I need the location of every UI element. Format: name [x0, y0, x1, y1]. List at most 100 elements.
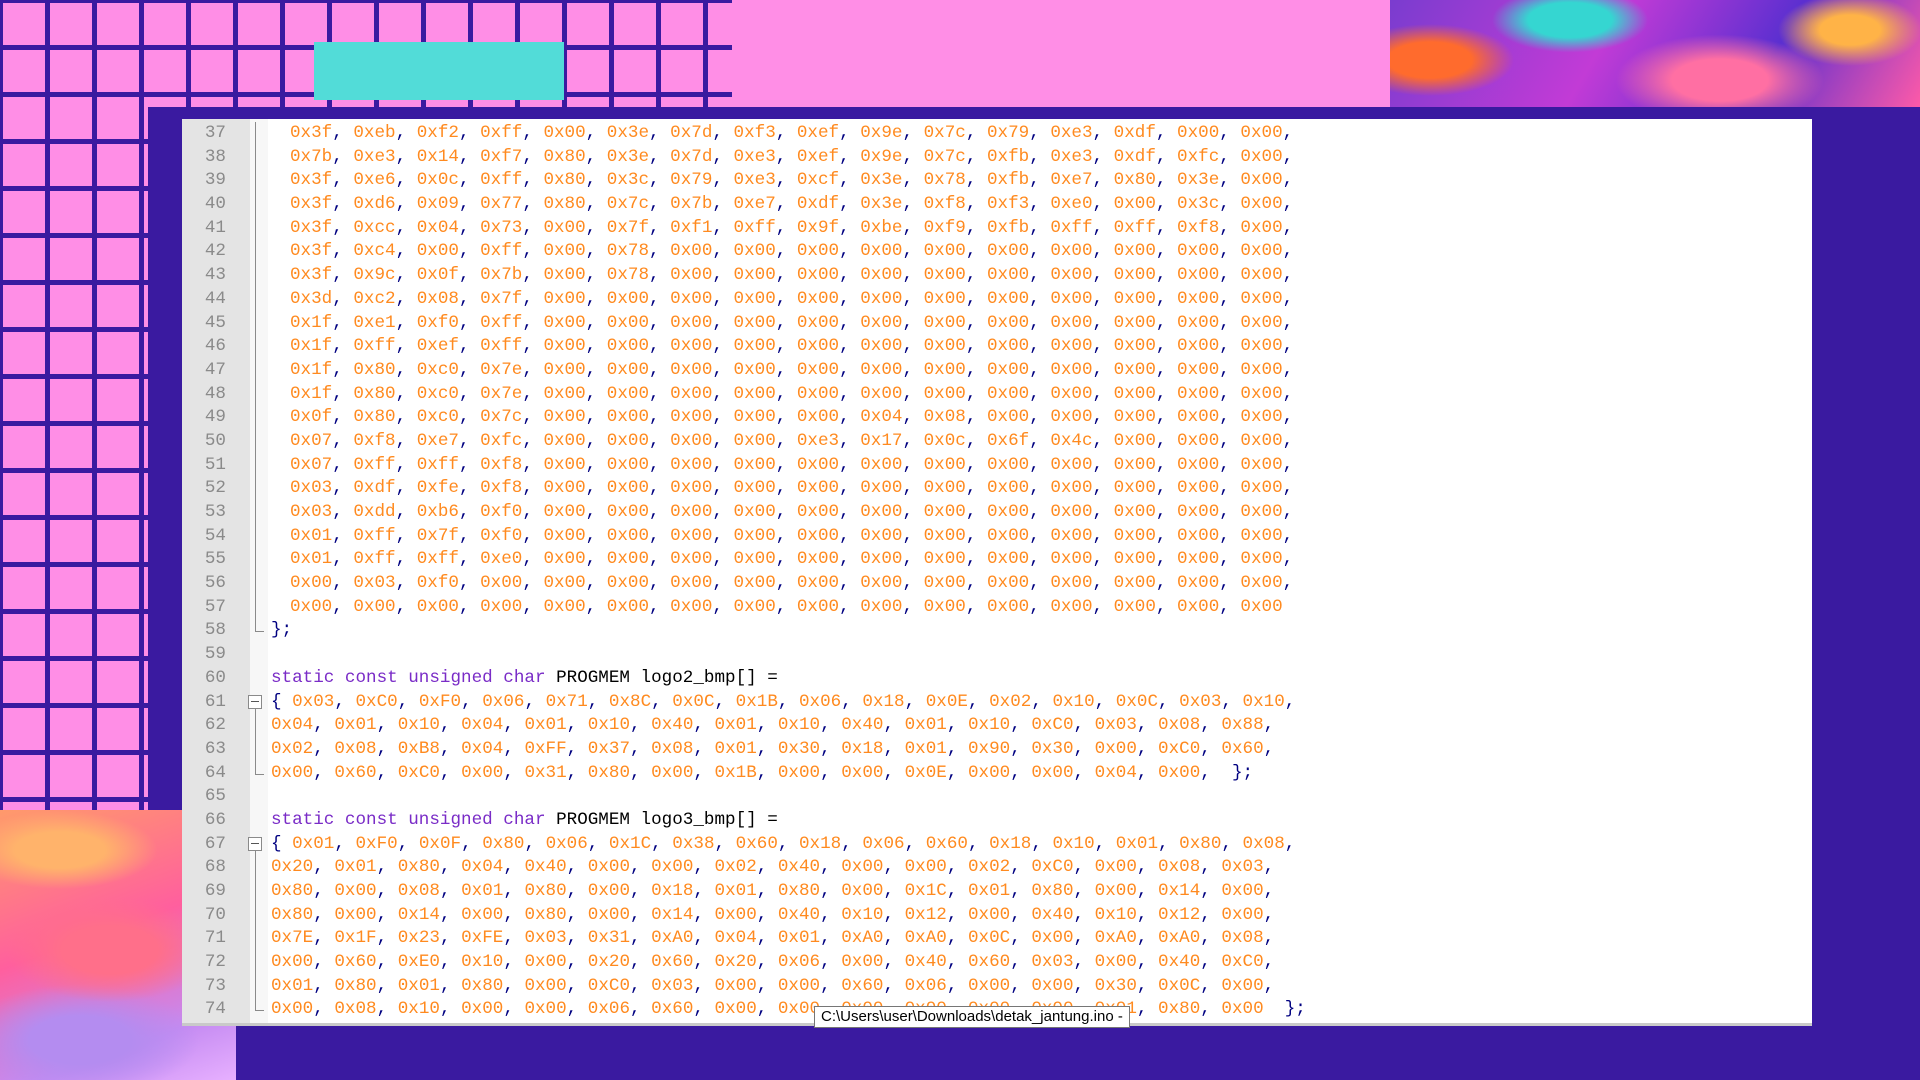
code-line[interactable]: 44 0x3d, 0xc2, 0x08, 0x7f, 0x00, 0x00, 0x…: [182, 287, 1812, 312]
token-punc: ,: [395, 407, 417, 428]
code-line[interactable]: 46 0x1f, 0xff, 0xef, 0xff, 0x00, 0x00, 0x…: [182, 335, 1812, 359]
token-punc: ,: [839, 265, 861, 286]
code-line[interactable]: 48 0x1f, 0x80, 0xc0, 0x7e, 0x00, 0x00, 0x…: [182, 382, 1812, 407]
token-punc: ,: [630, 975, 652, 996]
code-line[interactable]: 51 0x07, 0xff, 0xff, 0xf8, 0x00, 0x00, 0x…: [182, 453, 1812, 478]
code-line[interactable]: 71 0x7E, 0x1F, 0x23, 0xFE, 0x03, 0x31, 0x…: [182, 927, 1812, 952]
token-hex: 0x77: [480, 194, 523, 215]
code-line[interactable]: 49 0x0f, 0x80, 0xc0, 0x7c, 0x00, 0x00, 0x…: [182, 406, 1812, 430]
code-line[interactable]: 56 0x00, 0x03, 0xf0, 0x00, 0x00, 0x00, 0x…: [182, 572, 1812, 596]
code-line[interactable]: 70 0x80, 0x00, 0x14, 0x00, 0x80, 0x00, 0x…: [182, 903, 1812, 928]
code-line[interactable]: 40 0x3f, 0xd6, 0x09, 0x77, 0x80, 0x7c, 0x…: [182, 193, 1812, 217]
token-hex: 0xd6: [353, 194, 396, 215]
code-line[interactable]: 37 0x3f, 0xeb, 0xf2, 0xff, 0x00, 0x3e, 0x…: [182, 122, 1812, 146]
token-hex: 0x00: [543, 336, 586, 357]
code-line[interactable]: 41 0x3f, 0xcc, 0x04, 0x73, 0x00, 0x7f, 0x…: [182, 216, 1812, 241]
token-hex: 0x0C: [672, 691, 715, 712]
token-punc: ,: [775, 217, 797, 238]
token-hex: 0x00: [923, 573, 966, 594]
token-hex: 0x20: [714, 952, 757, 973]
token-hex: 0x00: [1177, 478, 1220, 499]
token-punc: ,: [503, 928, 525, 949]
token-hex: 0x02: [967, 857, 1011, 878]
token-hex: 0x00: [543, 502, 586, 522]
token-hex: 0x01: [397, 975, 440, 996]
token-punc: ,: [693, 881, 715, 901]
line-code: 0x3f, 0xeb, 0xf2, 0xff, 0x00, 0x3e, 0x7d…: [290, 122, 1293, 146]
code-editor[interactable]: 37 0x3f, 0xeb, 0xf2, 0xff, 0x00, 0x3e, 0x…: [182, 119, 1812, 1026]
code-line[interactable]: 68 0x20, 0x01, 0x80, 0x04, 0x40, 0x00, 0x…: [182, 856, 1812, 880]
token-hex: 0x00: [986, 407, 1030, 428]
token-punc: ,: [1282, 312, 1294, 333]
token-punc: ,: [630, 738, 652, 759]
code-line[interactable]: 53 0x03, 0xdd, 0xb6, 0xf0, 0x00, 0x00, 0x…: [182, 501, 1812, 525]
token-hex: 0xff: [733, 217, 776, 238]
token-punc: ,: [376, 928, 398, 949]
code-line[interactable]: 45 0x1f, 0xe1, 0xf0, 0xff, 0x00, 0x00, 0x…: [182, 311, 1812, 336]
token-hex: 0x00: [651, 762, 694, 783]
token-punc: ,: [649, 241, 671, 262]
token-punc: ,: [839, 478, 861, 499]
token-hex: 0x00: [543, 288, 586, 309]
token-hex: 0x3f: [290, 265, 333, 286]
fold-collapse-icon[interactable]: [246, 833, 266, 857]
code-line[interactable]: 73 0x01, 0x80, 0x01, 0x80, 0x00, 0xC0, 0x…: [182, 974, 1812, 999]
code-line[interactable]: 57 0x00, 0x00, 0x00, 0x00, 0x00, 0x00, 0x…: [182, 595, 1812, 620]
token-hex: 0x40: [777, 904, 821, 925]
code-line[interactable]: 63 0x02, 0x08, 0xB8, 0x04, 0xFF, 0x37, 0x…: [182, 737, 1812, 762]
code-line[interactable]: 42 0x3f, 0xc4, 0x00, 0xff, 0x00, 0x78, 0x…: [182, 240, 1812, 265]
code-line[interactable]: 66 static const unsigned char PROGMEM log…: [182, 809, 1812, 833]
token-hex: 0x00: [923, 359, 966, 380]
code-line[interactable]: 61 { 0x03, 0xC0, 0xF0, 0x06, 0x71, 0x8C, …: [182, 691, 1812, 715]
token-hex: 0x00: [986, 596, 1030, 617]
code-line[interactable]: 65: [182, 785, 1812, 809]
fold-guide: [246, 737, 266, 762]
token-hex: 0xf0: [416, 312, 459, 333]
code-line[interactable]: 59: [182, 643, 1812, 667]
fold-collapse-icon[interactable]: [246, 691, 266, 715]
token-punc: ,: [1155, 430, 1178, 451]
token-punc: ,: [712, 502, 734, 522]
token-punc: ,: [1092, 336, 1114, 357]
code-line[interactable]: 72 0x00, 0x60, 0xE0, 0x10, 0x00, 0x20, 0x…: [182, 951, 1812, 975]
code-line[interactable]: 60 static const unsigned char PROGMEM log…: [182, 667, 1812, 691]
code-line[interactable]: 50 0x07, 0xf8, 0xe7, 0xfc, 0x00, 0x00, 0x…: [182, 429, 1812, 454]
token-hex: 0x60: [841, 975, 884, 996]
token-hex: 0x01: [334, 857, 377, 878]
token-hex: 0x07: [290, 454, 333, 475]
code-line[interactable]: 38 0x7b, 0xe3, 0x14, 0xf7, 0x80, 0x3e, 0x…: [182, 145, 1812, 170]
code-line[interactable]: 69 0x80, 0x00, 0x08, 0x01, 0x80, 0x00, 0x…: [182, 880, 1812, 904]
token-punc: ,: [522, 123, 544, 143]
token-punc: ,: [946, 904, 968, 925]
code-line[interactable]: 47 0x1f, 0x80, 0xc0, 0x7e, 0x00, 0x00, 0x…: [182, 358, 1812, 383]
code-line[interactable]: 55 0x01, 0xff, 0xff, 0xe0, 0x00, 0x00, 0x…: [182, 548, 1812, 573]
token-punc: ,: [1136, 952, 1159, 973]
code-line[interactable]: 64 0x00, 0x60, 0xC0, 0x00, 0x31, 0x80, 0x…: [182, 761, 1812, 786]
token-hex: 0x00: [670, 573, 713, 594]
token-hex: 0xf0: [416, 573, 459, 594]
token-punc: ,: [1073, 881, 1095, 901]
code-line[interactable]: 52 0x03, 0xdf, 0xfe, 0xf8, 0x00, 0x00, 0x…: [182, 477, 1812, 501]
token-punc: ,: [458, 123, 481, 143]
code-line[interactable]: 43 0x3f, 0x9c, 0x0f, 0x7b, 0x00, 0x78, 0x…: [182, 264, 1812, 288]
token-hex: 0x00: [1177, 573, 1220, 594]
token-hex: 0xf8: [1177, 217, 1220, 238]
code-line[interactable]: 58};: [182, 619, 1812, 643]
code-line[interactable]: 62 0x04, 0x01, 0x10, 0x04, 0x01, 0x10, 0x…: [182, 714, 1812, 738]
line-number: 63: [204, 738, 226, 759]
token-punc: ,: [756, 881, 778, 901]
token-punc: ,: [1029, 336, 1051, 357]
token-hex: 0x18: [841, 738, 884, 759]
token-hex: 0x00: [733, 288, 776, 309]
line-number: 55: [204, 549, 226, 570]
code-line[interactable]: 54 0x01, 0xff, 0x7f, 0xf0, 0x00, 0x00, 0x…: [182, 524, 1812, 549]
token-hex: 0x01: [334, 715, 377, 736]
token-hex: 0x80: [334, 975, 377, 996]
code-line[interactable]: 67 { 0x01, 0xF0, 0x0F, 0x80, 0x06, 0x1C, …: [182, 833, 1812, 857]
token-hex: 0x00: [1050, 312, 1093, 333]
code-line[interactable]: 39 0x3f, 0xe6, 0x0c, 0xff, 0x80, 0x3c, 0x…: [182, 169, 1812, 194]
token-hex: 0x03: [651, 975, 694, 996]
token-punc: ,: [712, 123, 734, 143]
token-punc: ,: [332, 265, 354, 286]
token-punc: ,: [1158, 691, 1180, 712]
